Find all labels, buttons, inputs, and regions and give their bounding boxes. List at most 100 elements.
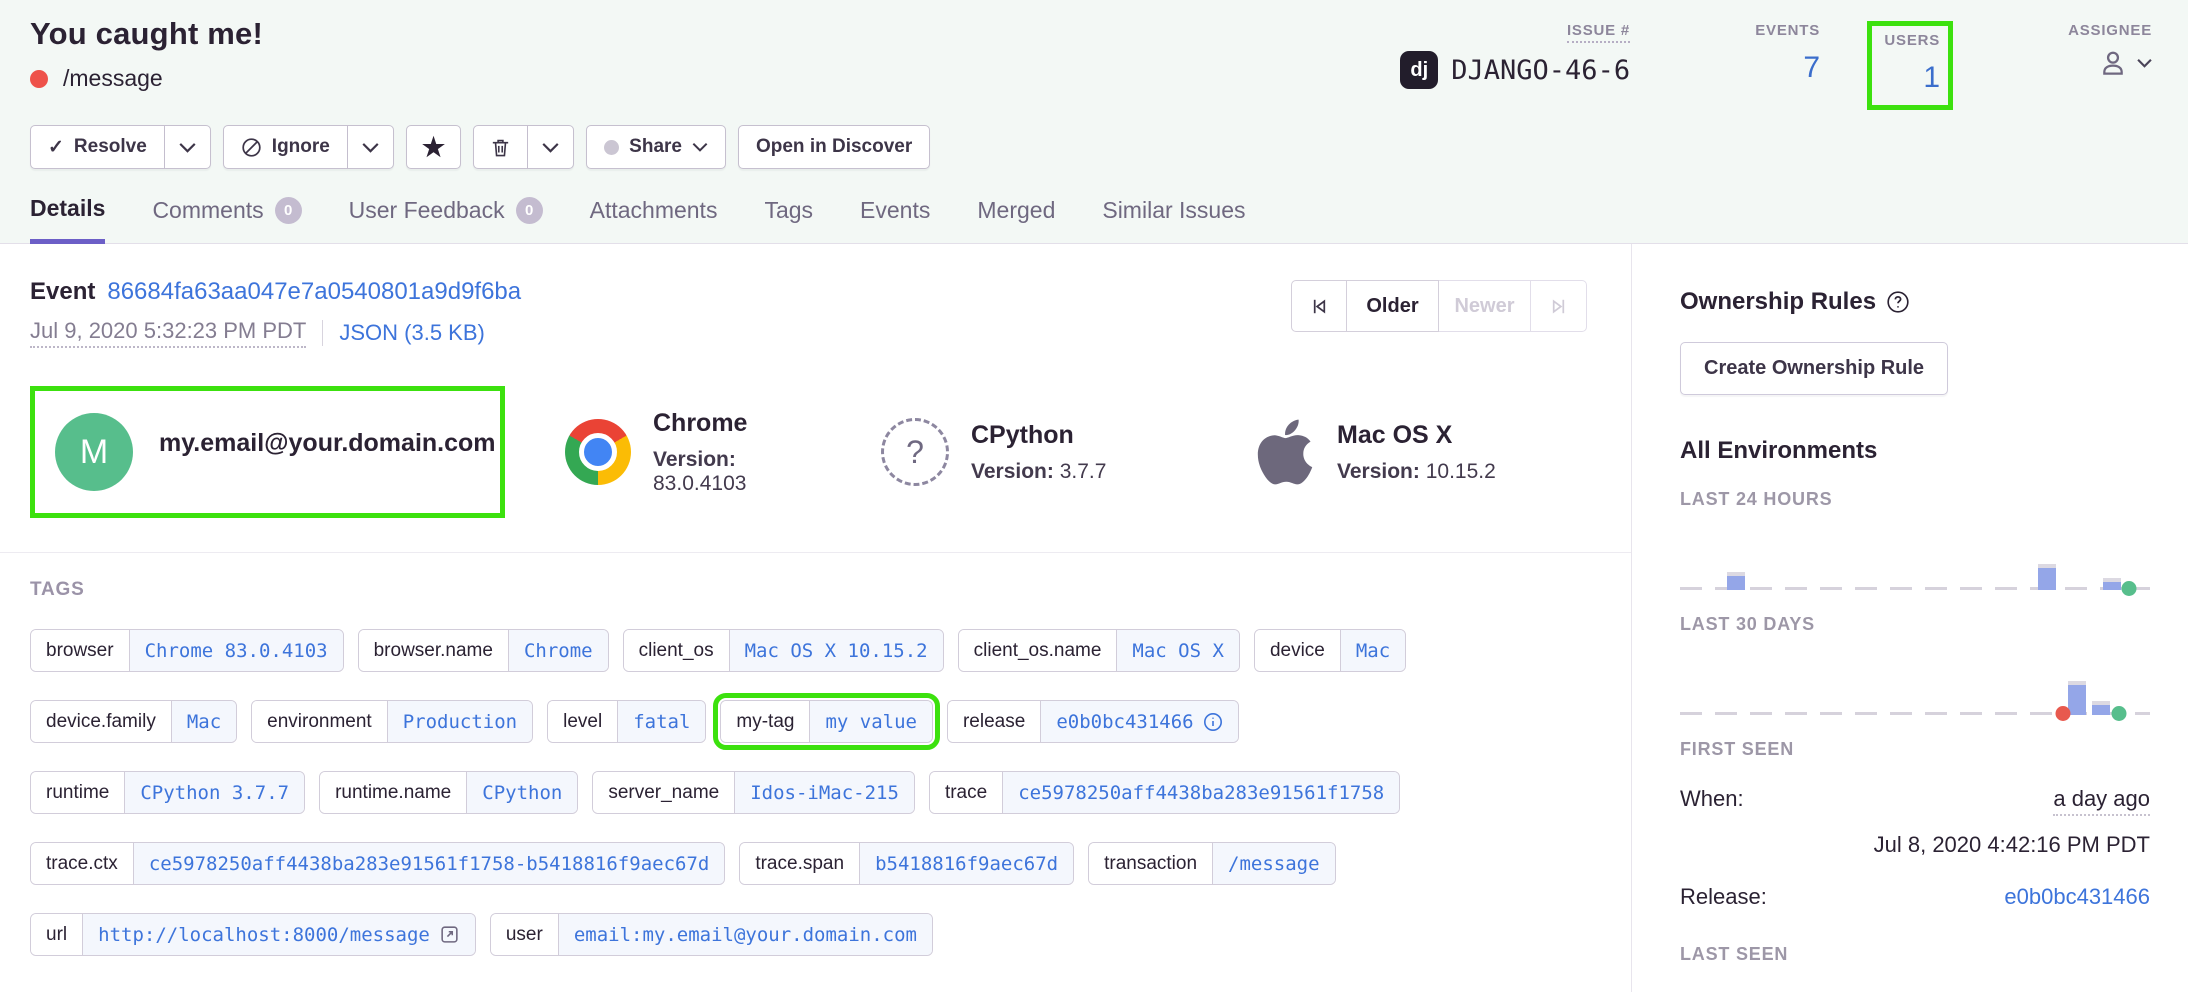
tag-key: level — [548, 701, 617, 742]
tag-value-link[interactable]: ce5978250aff4438ba283e91561f1758 — [1002, 772, 1399, 813]
create-ownership-rule-button[interactable]: Create Ownership Rule — [1680, 342, 1948, 395]
tag-value-link[interactable]: Mac OS X 10.15.2 — [729, 630, 943, 671]
events-label: EVENTS — [1755, 22, 1820, 39]
runtime-context-card: ? CPython Version: 3.7.7 — [881, 418, 1199, 486]
tag-key: runtime.name — [320, 772, 466, 813]
external-link-icon[interactable] — [439, 924, 460, 945]
event-timestamp: Jul 9, 2020 5:32:23 PM PDT — [30, 318, 306, 348]
tags-section-label: TAGS — [30, 579, 1601, 601]
tag-value-link[interactable]: e0b0bc431466 — [1056, 711, 1193, 733]
help-circle-icon[interactable] — [1886, 290, 1910, 314]
django-project-icon: dj — [1400, 51, 1438, 89]
os-version: 10.15.2 — [1426, 460, 1496, 483]
delete-button[interactable] — [473, 125, 528, 169]
assignee-dropdown[interactable] — [2097, 47, 2152, 79]
browser-version: 83.0.4103 — [653, 472, 746, 495]
tag-value-link[interactable]: Mac OS X — [1116, 630, 1239, 671]
tag-value-link[interactable]: Chrome — [508, 630, 608, 671]
tag-pill-browser: browser Chrome 83.0.4103 — [30, 629, 344, 672]
last-seen-label: LAST SEEN — [1680, 944, 2150, 965]
tab-user-feedback[interactable]: User Feedback 0 — [349, 195, 543, 243]
event-context-summary: M my.email@your.domain.com Chrome Versio… — [0, 372, 1631, 553]
feedback-count-badge: 0 — [516, 197, 543, 224]
tag-pill-transaction: transaction /message — [1088, 842, 1335, 885]
chevron-down-icon — [542, 142, 559, 153]
tag-key: transaction — [1089, 843, 1212, 884]
events-count-link[interactable]: 7 — [1803, 51, 1820, 85]
tag-value-link[interactable]: http://localhost:8000/message — [98, 924, 430, 946]
tag-value-link[interactable]: fatal — [617, 701, 705, 742]
chevron-down-icon — [362, 142, 379, 153]
resolve-button[interactable]: ✓ Resolve — [30, 125, 165, 169]
ownership-rules-heading: Ownership Rules — [1680, 288, 2150, 316]
check-icon: ✓ — [48, 136, 64, 159]
assignee-label: ASSIGNEE — [2068, 22, 2152, 39]
last-30-days-label: LAST 30 DAYS — [1680, 614, 2150, 635]
tab-attachments[interactable]: Attachments — [590, 195, 718, 243]
event-detail-main: Event 86684fa63aa047e7a0540801a9d9f6ba J… — [0, 244, 1631, 992]
tag-value-link[interactable]: b5418816f9aec67d — [859, 843, 1073, 884]
skip-to-latest-button[interactable] — [1531, 280, 1587, 332]
os-context-card: Mac OS X Version: 10.15.2 — [1257, 415, 1496, 489]
spark-bar — [1727, 576, 1745, 590]
tag-value-link[interactable]: Mac — [1340, 630, 1405, 671]
info-circle-icon[interactable] — [1203, 712, 1223, 732]
share-button[interactable]: Share — [586, 125, 726, 169]
first-seen-relative: a day ago — [2053, 786, 2150, 816]
events-count-block: EVENTS 7 — [1740, 22, 1820, 85]
tag-value-link[interactable]: Production — [387, 701, 532, 742]
tab-details[interactable]: Details — [30, 195, 105, 244]
tag-pill-trace-span: trace.span b5418816f9aec67d — [739, 842, 1074, 885]
when-label: When: — [1680, 786, 1744, 812]
json-download-link[interactable]: JSON (3.5 KB) — [339, 320, 484, 346]
tag-key: trace.span — [740, 843, 859, 884]
star-icon: ★ — [422, 134, 445, 160]
tab-tags[interactable]: Tags — [764, 195, 813, 243]
tab-merged[interactable]: Merged — [977, 195, 1055, 243]
tag-pill-runtime: runtime CPython 3.7.7 — [30, 771, 305, 814]
ignore-dropdown-button[interactable] — [348, 125, 394, 169]
tag-value-link[interactable]: my value — [809, 701, 932, 742]
tag-pill-environment: environment Production — [251, 700, 533, 743]
ignore-button[interactable]: Ignore — [223, 125, 348, 169]
open-in-discover-button[interactable]: Open in Discover — [738, 125, 930, 169]
assignee-block: ASSIGNEE — [2068, 22, 2152, 79]
tag-value-link[interactable]: Idos-iMac-215 — [734, 772, 914, 813]
spark-bar — [2103, 582, 2121, 590]
users-count-link[interactable]: 1 — [1923, 61, 1940, 95]
tag-pill-runtime-name: runtime.name CPython — [319, 771, 578, 814]
tag-value-link[interactable]: /message — [1212, 843, 1335, 884]
tag-pill-client-os-name: client_os.name Mac OS X — [958, 629, 1240, 672]
users-label: USERS — [1884, 32, 1940, 49]
spark-bar — [2038, 568, 2056, 590]
tag-value-link[interactable]: CPython 3.7.7 — [124, 772, 304, 813]
tag-value-link[interactable]: CPython — [466, 772, 577, 813]
tag-pill-user: user email:my.email@your.domain.com — [490, 913, 933, 956]
tag-pill-trace-ctx: trace.ctx ce5978250aff4438ba283e91561f17… — [30, 842, 725, 885]
oldest-event-button[interactable] — [1291, 280, 1347, 332]
delete-dropdown-button[interactable] — [528, 125, 574, 169]
tag-value-link[interactable]: Chrome 83.0.4103 — [129, 630, 343, 671]
spark-bar — [2092, 705, 2110, 715]
chevron-down-icon — [179, 142, 196, 153]
event-id-link[interactable]: 86684fa63aa047e7a0540801a9d9f6ba — [107, 278, 521, 306]
tab-comments[interactable]: Comments 0 — [152, 195, 301, 243]
user-context-card-annotated: M my.email@your.domain.com — [30, 386, 505, 518]
newer-event-button[interactable]: Newer — [1439, 280, 1531, 332]
share-status-dot-icon — [604, 140, 619, 155]
resolve-dropdown-button[interactable] — [165, 125, 211, 169]
users-count-block-annotated: USERS 1 — [1872, 26, 1948, 105]
first-release-link[interactable]: e0b0bc431466 — [2004, 884, 2150, 910]
tag-value-link[interactable]: Mac — [171, 701, 236, 742]
tag-value-link[interactable]: email:my.email@your.domain.com — [558, 914, 932, 955]
tab-similar-issues[interactable]: Similar Issues — [1102, 195, 1245, 243]
tab-events[interactable]: Events — [860, 195, 930, 243]
title-block: You caught me! /message — [30, 16, 263, 105]
tag-key: my-tag — [721, 701, 809, 742]
tag-pill-device-family: device.family Mac — [30, 700, 237, 743]
tag-value-link[interactable]: ce5978250aff4438ba283e91561f1758-b541881… — [133, 843, 725, 884]
bookmark-star-button[interactable]: ★ — [406, 125, 461, 169]
older-event-button[interactable]: Older — [1347, 280, 1439, 332]
tag-pill-level: level fatal — [547, 700, 706, 743]
issue-details-page: You caught me! /message ISSUE # dj DJANG… — [0, 0, 2188, 992]
